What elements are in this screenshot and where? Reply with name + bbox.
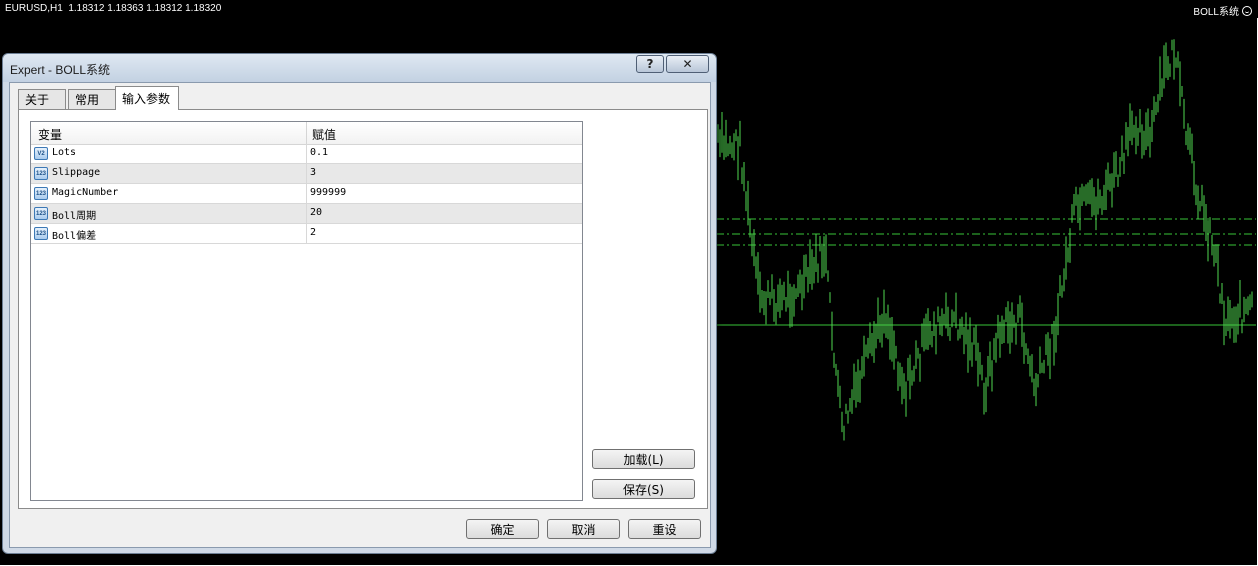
integer-type-icon: 123 (34, 207, 48, 220)
expert-status[interactable]: BOLL系统 (1193, 3, 1252, 18)
cancel-button[interactable]: 取消 (547, 519, 620, 539)
param-name: Boll偏差 (52, 231, 97, 242)
integer-type-icon: 123 (34, 187, 48, 200)
cell-divider (306, 204, 307, 224)
param-value[interactable]: 20 (310, 207, 322, 218)
tab-about[interactable]: 关于 (18, 89, 66, 109)
tab-inputs[interactable]: 输入参数 (115, 86, 179, 110)
integer-type-icon: 123 (34, 227, 48, 240)
param-value[interactable]: 0.1 (310, 147, 328, 158)
parameters-table[interactable]: 变量 赋值 V2 Lots 0.1 123 Slippage 3 123 Mag… (30, 121, 583, 501)
param-name: Boll周期 (52, 211, 97, 222)
column-divider[interactable] (306, 122, 307, 144)
table-header: 变量 赋值 (31, 122, 582, 145)
cell-divider (306, 144, 307, 164)
cell-divider (306, 164, 307, 184)
column-header-value[interactable]: 赋值 (312, 126, 336, 143)
dialog-title-bar[interactable]: Expert - BOLL系统 ? ✕ (3, 54, 716, 82)
param-name: Slippage (52, 167, 101, 178)
integer-type-icon: 123 (34, 167, 48, 180)
param-name: MagicNumber (52, 187, 119, 198)
table-row[interactable]: V2 Lots 0.1 (31, 144, 582, 164)
table-row[interactable]: 123 Boll偏差 2 (31, 224, 582, 244)
table-row[interactable]: 123 MagicNumber 999999 (31, 184, 582, 204)
dialog-client-area: 关于 常用 输入参数 变量 赋值 V2 Lots 0.1 123 Slippag… (9, 82, 711, 548)
help-button[interactable]: ? (636, 55, 664, 73)
ok-button[interactable]: 确定 (466, 519, 539, 539)
inputs-tab-panel: 变量 赋值 V2 Lots 0.1 123 Slippage 3 123 Mag… (18, 109, 708, 509)
reset-button[interactable]: 重设 (628, 519, 701, 539)
smiley-icon (1242, 5, 1252, 16)
chart-symbol-quote: EURUSD,H1 1.18312 1.18363 1.18312 1.1832… (5, 3, 222, 14)
expert-properties-dialog: Expert - BOLL系统 ? ✕ 关于 常用 输入参数 变量 赋值 V2 … (2, 53, 717, 554)
load-button[interactable]: 加载(L) (592, 449, 695, 469)
cell-divider (306, 224, 307, 244)
expert-name: BOLL系统 (1193, 7, 1239, 18)
column-header-variable[interactable]: 变量 (38, 126, 62, 143)
tab-common[interactable]: 常用 (68, 89, 116, 109)
save-button[interactable]: 保存(S) (592, 479, 695, 499)
param-value[interactable]: 999999 (310, 187, 346, 198)
dialog-title: Expert - BOLL系统 (10, 63, 111, 77)
param-value[interactable]: 2 (310, 227, 316, 238)
close-button[interactable]: ✕ (666, 55, 709, 73)
double-type-icon: V2 (34, 147, 48, 160)
param-name: Lots (52, 147, 77, 158)
table-row[interactable]: 123 Slippage 3 (31, 164, 582, 184)
cell-divider (306, 184, 307, 204)
table-row[interactable]: 123 Boll周期 20 (31, 204, 582, 224)
param-value[interactable]: 3 (310, 167, 316, 178)
